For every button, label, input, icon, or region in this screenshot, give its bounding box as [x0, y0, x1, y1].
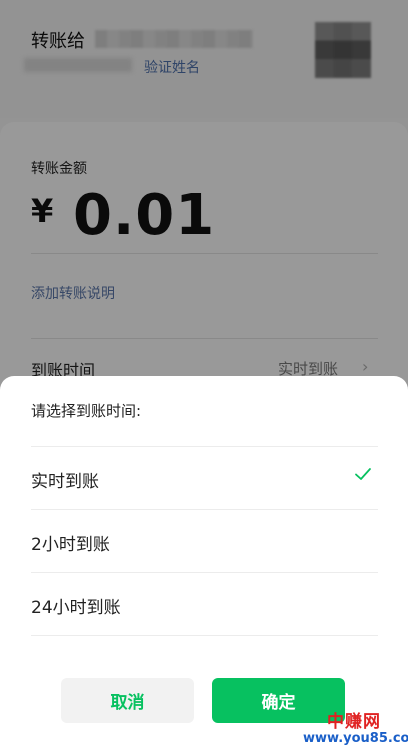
checkmark-icon [355, 468, 371, 480]
option-2-hours[interactable]: 2小时到账 [0, 510, 408, 572]
option-label: 实时到账 [31, 472, 99, 492]
option-realtime[interactable]: 实时到账 [0, 447, 408, 509]
cancel-button[interactable]: 取消 [61, 678, 194, 723]
watermark-url: www.you85.com [303, 731, 408, 746]
option-label: 24小时到账 [31, 598, 121, 618]
arrival-time-sheet: 请选择到账时间: 实时到账 2小时到账 24小时到账 取消 确定 [0, 376, 408, 751]
option-24-hours[interactable]: 24小时到账 [0, 573, 408, 635]
watermark-brand: 中赚网 [327, 712, 381, 732]
sheet-title: 请选择到账时间: [31, 402, 142, 420]
option-label: 2小时到账 [31, 535, 110, 555]
divider [31, 635, 378, 636]
confirm-button[interactable]: 确定 [212, 678, 345, 723]
